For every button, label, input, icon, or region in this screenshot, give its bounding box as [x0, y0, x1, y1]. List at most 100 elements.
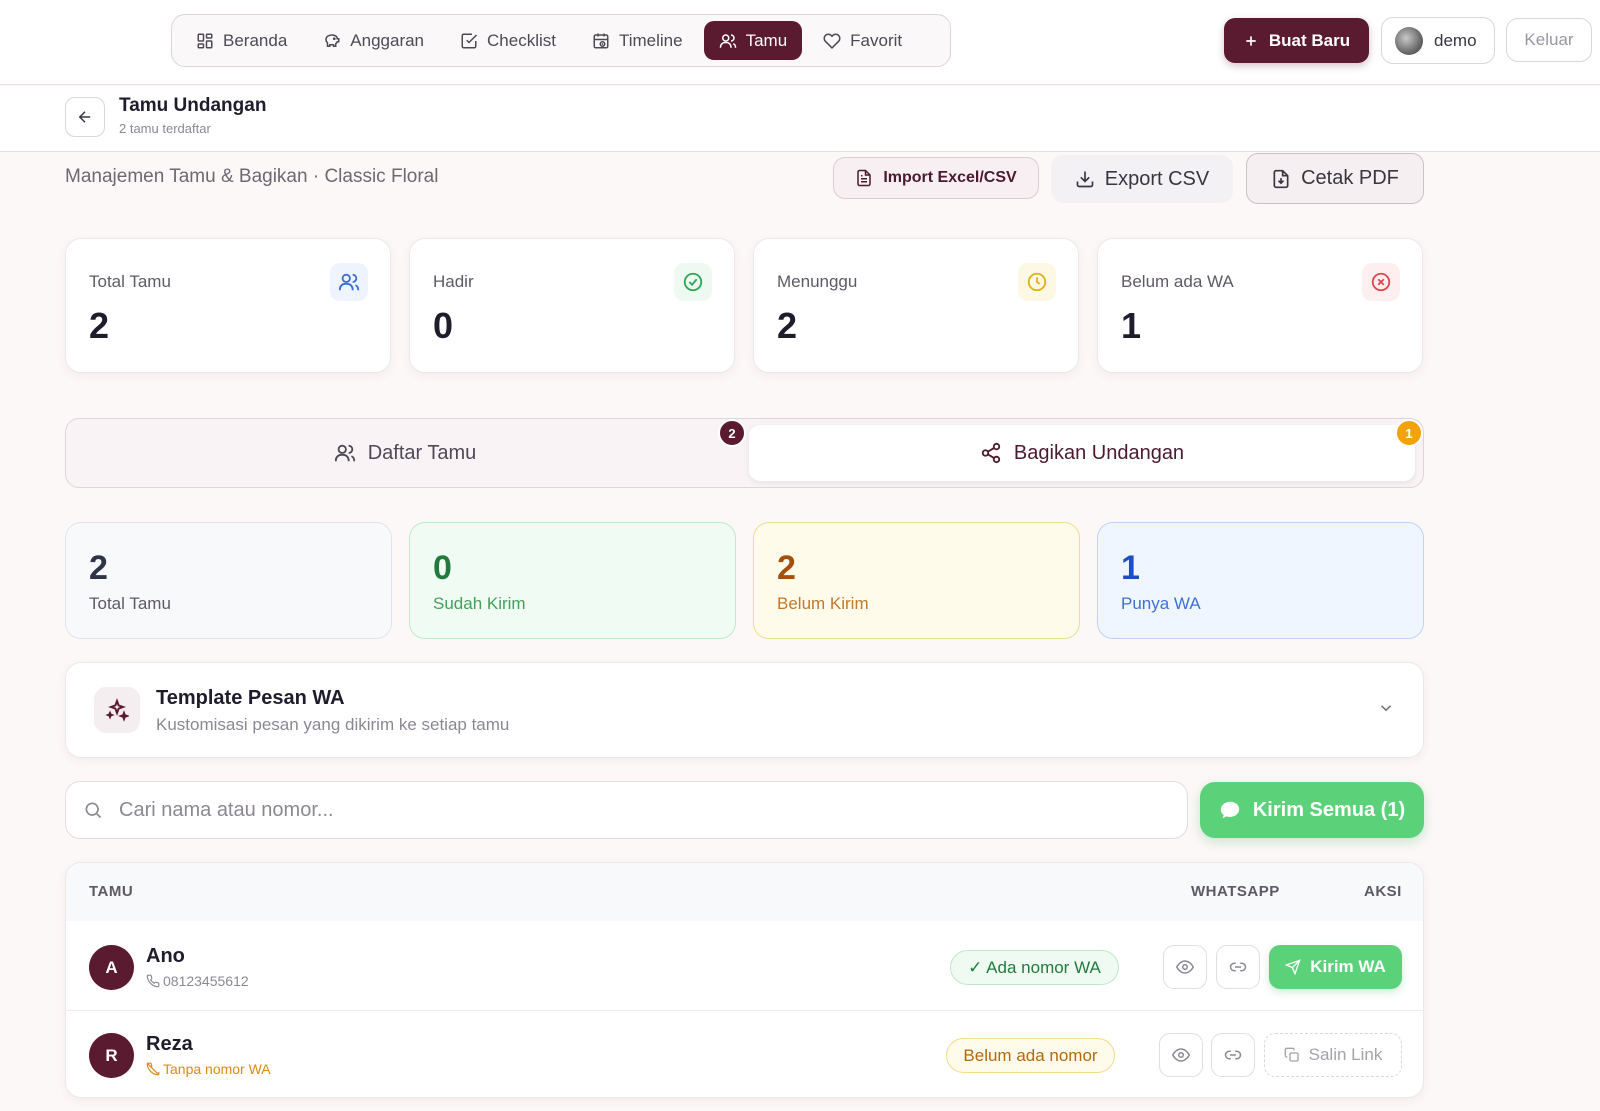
import-button[interactable]: Import Excel/CSV — [833, 157, 1039, 199]
create-new-button[interactable]: Buat Baru — [1224, 18, 1369, 63]
stat-label: Menunggu — [777, 272, 858, 291]
arrow-left-icon — [76, 108, 94, 126]
copy-icon — [1284, 1047, 1300, 1063]
users-icon — [719, 32, 737, 50]
stat-card-waiting: Menunggu 2 — [753, 238, 1079, 373]
wa-status-badge: Belum ada nomor — [946, 1038, 1115, 1073]
column-header: WHATSAPP — [1191, 883, 1280, 900]
chevron-down-icon[interactable] — [1377, 699, 1395, 717]
eye-icon — [1176, 958, 1194, 976]
heart-icon — [823, 32, 841, 50]
file-download-icon — [1271, 169, 1291, 189]
page-title: Tamu Undangan — [119, 95, 267, 116]
page-header: Tamu Undangan 2 tamu terdaftar — [0, 86, 1600, 152]
tab-count-badge: 2 — [718, 419, 746, 447]
piggy-bank-icon — [323, 32, 341, 50]
nav-label: Anggaran — [350, 30, 425, 50]
share-stat-label: Belum Kirim — [777, 594, 869, 613]
preview-button[interactable] — [1163, 945, 1207, 989]
wa-template-panel[interactable]: Template Pesan WA Kustomisasi pesan yang… — [65, 662, 1424, 758]
chat-bubble-icon — [1219, 799, 1241, 821]
column-header: AKSI — [1364, 883, 1402, 900]
share-stat-value: 0 — [433, 549, 452, 587]
tab-daftar-tamu[interactable]: Daftar Tamu — [72, 425, 738, 481]
stat-label: Hadir — [433, 272, 474, 291]
search-box — [65, 781, 1188, 839]
copy-link-text-button[interactable]: Salin Link — [1264, 1033, 1402, 1077]
download-icon — [1075, 169, 1095, 189]
nav-item-checklist[interactable]: Checklist — [445, 21, 571, 60]
top-navbar: Beranda Anggaran Checklist Timeline Tamu… — [0, 0, 1600, 85]
share-stat-label: Sudah Kirim — [433, 594, 526, 613]
nav-item-tamu[interactable]: Tamu — [703, 21, 803, 60]
file-spreadsheet-icon — [855, 169, 873, 187]
guest-table: TAMU WHATSAPP AKSI A Ano 08123455612 ✓ A… — [65, 862, 1424, 1098]
send-all-label: Kirim Semua (1) — [1252, 798, 1406, 821]
avatar — [1395, 26, 1423, 55]
nav-label: Beranda — [223, 30, 288, 50]
back-button[interactable] — [65, 97, 105, 137]
nav-item-timeline[interactable]: Timeline — [577, 21, 698, 60]
stat-label: Total Tamu — [89, 272, 171, 291]
template-title: Template Pesan WA — [156, 687, 345, 709]
share-icon — [980, 442, 1002, 464]
stat-value: 1 — [1121, 305, 1142, 346]
calendar-clock-icon — [592, 32, 610, 50]
search-input[interactable] — [119, 798, 1119, 822]
nav-item-beranda[interactable]: Beranda — [181, 21, 302, 60]
table-header: TAMU WHATSAPP AKSI — [66, 863, 1423, 921]
sparkles-icon — [94, 687, 140, 733]
share-stat-label: Total Tamu — [89, 594, 171, 613]
copy-link-button[interactable] — [1211, 1033, 1255, 1077]
wa-status-badge: ✓ Ada nomor WA — [950, 950, 1119, 985]
stat-card-no-wa: Belum ada WA 1 — [1097, 238, 1423, 373]
nav-label: Timeline — [618, 30, 683, 50]
table-row: R Reza Tanpa nomor WA Belum ada nomor Sa… — [66, 1011, 1423, 1097]
nav-item-anggaran[interactable]: Anggaran — [308, 21, 439, 60]
avatar: R — [89, 1033, 134, 1078]
guest-name: Ano — [146, 945, 185, 967]
print-pdf-button[interactable]: Cetak PDF — [1246, 153, 1424, 204]
guest-name: Reza — [146, 1033, 193, 1055]
x-circle-icon — [1362, 263, 1400, 301]
pdf-label: Cetak PDF — [1301, 167, 1399, 189]
send-all-button[interactable]: Kirim Semua (1) — [1200, 782, 1424, 838]
link-icon — [1229, 958, 1247, 976]
share-stat-sent: 0 Sudah Kirim — [409, 522, 736, 639]
send-wa-label: Kirim WA — [1310, 957, 1386, 976]
eye-icon — [1172, 1046, 1190, 1064]
guest-phone: Tanpa nomor WA — [146, 1061, 271, 1077]
send-wa-button[interactable]: Kirim WA — [1269, 945, 1402, 989]
stat-card-present: Hadir 0 — [409, 238, 735, 373]
nav-label: Favorit — [850, 30, 903, 50]
nav-label: Tamu — [745, 30, 788, 50]
preview-button[interactable] — [1159, 1033, 1203, 1077]
users-icon — [334, 442, 356, 464]
checkbox-icon — [460, 32, 478, 50]
stat-value: 2 — [777, 305, 798, 346]
page-subtitle: 2 tamu terdaftar — [119, 121, 211, 136]
phone-number: 08123455612 — [163, 973, 249, 989]
share-stat-pending: 2 Belum Kirim — [753, 522, 1080, 639]
stat-value: 0 — [433, 305, 454, 346]
copy-link-button[interactable] — [1216, 945, 1260, 989]
guest-phone: 08123455612 — [146, 973, 249, 989]
clock-icon — [1018, 263, 1056, 301]
nav-item-favorit[interactable]: Favorit — [808, 21, 917, 60]
export-label: Export CSV — [1104, 167, 1210, 190]
logout-button[interactable]: Keluar — [1506, 18, 1592, 62]
user-menu[interactable]: demo — [1381, 17, 1495, 64]
share-stat-value: 1 — [1121, 549, 1140, 587]
main-nav: Beranda Anggaran Checklist Timeline Tamu… — [171, 14, 951, 67]
create-new-label: Buat Baru — [1268, 30, 1351, 50]
tab-bagikan-undangan[interactable]: Bagikan Undangan — [749, 425, 1415, 481]
export-csv-button[interactable]: Export CSV — [1051, 155, 1233, 203]
avatar: A — [89, 945, 134, 990]
tab-label: Daftar Tamu — [367, 441, 477, 464]
check-circle-icon — [674, 263, 712, 301]
phone-icon — [146, 974, 160, 988]
column-header: TAMU — [89, 883, 134, 900]
nav-label: Checklist — [487, 30, 556, 50]
share-stat-value: 2 — [89, 549, 108, 587]
stat-label: Belum ada WA — [1121, 272, 1234, 291]
